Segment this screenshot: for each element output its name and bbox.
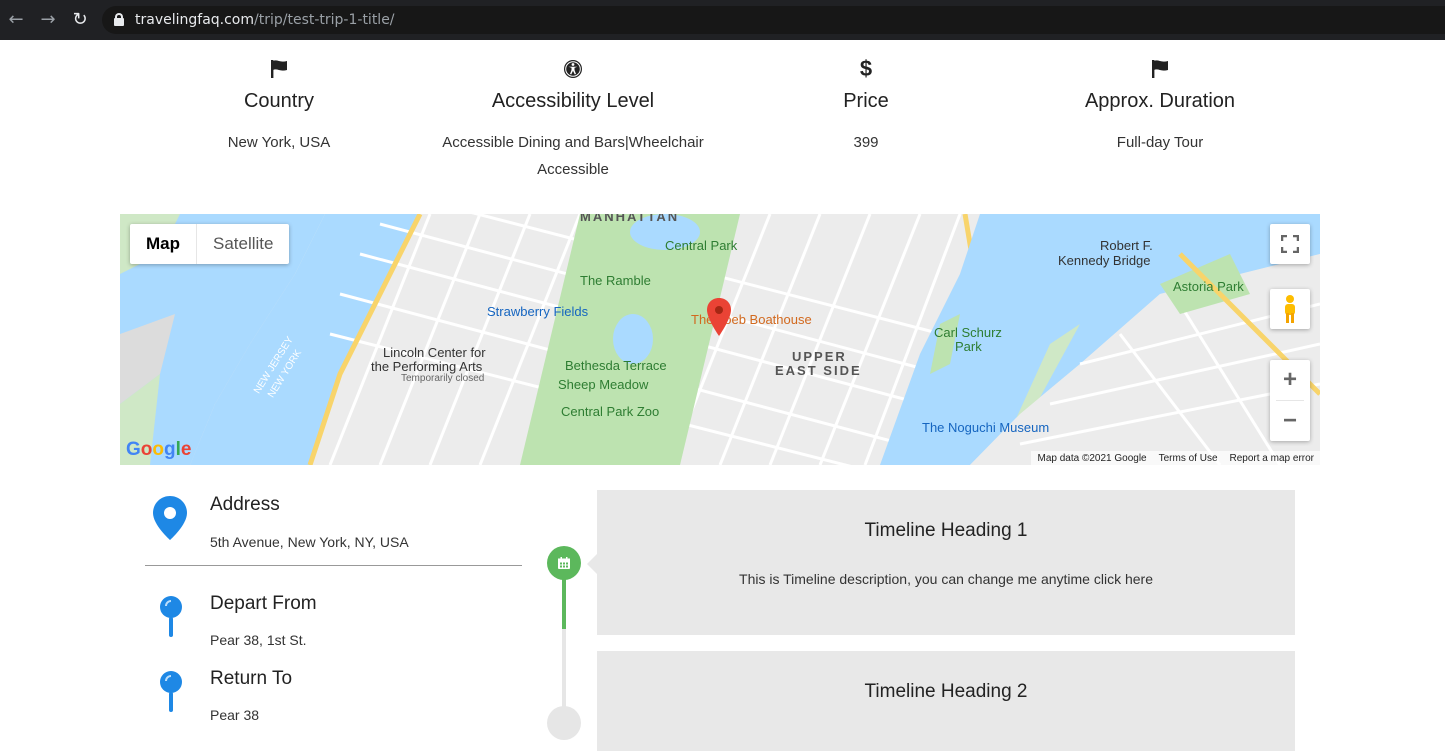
info-title: Accessibility Level xyxy=(491,90,655,112)
map-label-carl-schurz-1: Carl Schurz xyxy=(934,325,1002,340)
timeline-description[interactable]: This is Timeline description, you can ch… xyxy=(597,571,1295,587)
info-title: Price xyxy=(843,90,889,112)
address-block: Address 5th Avenue, New York, NY, USA xyxy=(145,494,522,564)
map-marker-icon[interactable] xyxy=(707,298,731,341)
depart-block: Depart From Pear 38, 1st St. xyxy=(145,593,522,653)
map-type-map-button[interactable]: Map xyxy=(130,224,197,264)
map-label-manhattan: MANHATTAN xyxy=(580,214,680,224)
timeline-card: Timeline Heading 2 xyxy=(597,651,1295,751)
lock-icon xyxy=(114,13,124,26)
url-text: travelingfaq.com/trip/test-trip-1-title/ xyxy=(135,12,395,28)
map-label-noguchi: The Noguchi Museum xyxy=(922,420,1050,435)
depart-title: Depart From xyxy=(210,593,317,614)
zoom-out-icon[interactable]: − xyxy=(1283,401,1297,441)
info-price: $ Price 399 xyxy=(716,56,1016,156)
return-block: Return To Pear 38 xyxy=(145,668,522,728)
zoom-control: + − xyxy=(1270,360,1310,441)
timeline-card: Timeline Heading 1 This is Timeline desc… xyxy=(587,490,1295,635)
fullscreen-icon[interactable] xyxy=(1270,224,1310,264)
map-label-lincoln-1: Lincoln Center for xyxy=(383,345,486,360)
map-label-astoria-park: Astoria Park xyxy=(1173,279,1244,294)
address-value: 5th Avenue, New York, NY, USA xyxy=(210,534,409,550)
google-logo[interactable]: Google xyxy=(126,439,191,461)
map-label-upper: UPPER xyxy=(792,349,847,364)
universal-access-icon xyxy=(423,56,723,82)
pushpin-icon xyxy=(160,671,182,718)
zoom-in-icon[interactable]: + xyxy=(1283,360,1297,400)
dollar-icon: $ xyxy=(859,56,873,81)
depart-value: Pear 38, 1st St. xyxy=(210,632,307,648)
report-map-error-link[interactable]: Report a map error xyxy=(1230,453,1314,464)
map-label-zoo: Central Park Zoo xyxy=(561,404,660,419)
map-type-satellite-button[interactable]: Satellite xyxy=(197,224,289,264)
map-label-kennedy-2: Kennedy Bridge xyxy=(1058,253,1151,268)
address-title: Address xyxy=(210,494,280,515)
address-bar[interactable]: travelingfaq.com/trip/test-trip-1-title/ xyxy=(102,6,1445,34)
timeline-heading: Timeline Heading 1 xyxy=(864,520,1028,541)
calendar-icon xyxy=(558,557,570,569)
info-value: Accessible Dining and Bars|Wheelchair Ac… xyxy=(442,134,704,178)
info-value: Full-day Tour xyxy=(1116,134,1204,151)
map-label-east-side: EAST SIDE xyxy=(775,363,862,378)
return-value: Pear 38 xyxy=(210,707,260,723)
map-label-kennedy-1: Robert F. xyxy=(1100,238,1153,253)
map-label-bethesda: Bethesda Terrace xyxy=(565,358,667,373)
map-footer: Map data ©2021 Google Terms of Use Repor… xyxy=(1031,451,1320,465)
map-pin-icon xyxy=(153,496,187,545)
info-title: Approx. Duration xyxy=(1084,90,1236,112)
url-path: /trip/test-trip-1-title/ xyxy=(254,12,395,28)
pushpin-icon xyxy=(160,596,182,643)
map-label-central-park: Central Park xyxy=(665,238,738,253)
timeline-line xyxy=(562,629,566,714)
map-label-carl-schurz-2: Park xyxy=(955,339,982,354)
browser-toolbar: ← → ↻ travelingfaq.com/trip/test-trip-1-… xyxy=(0,0,1445,40)
map-label-lincoln-2: the Performing Arts xyxy=(371,359,483,374)
info-accessibility: Accessibility Level Accessible Dining an… xyxy=(423,56,723,183)
info-duration: Approx. Duration Full-day Tour xyxy=(1010,56,1310,156)
map-label-lincoln-3: Temporarily closed xyxy=(401,373,485,384)
map-label-sheep-meadow: Sheep Meadow xyxy=(558,377,649,392)
url-domain: travelingfaq.com xyxy=(135,12,255,28)
timeline-node xyxy=(547,546,581,580)
reload-icon[interactable]: ↻ xyxy=(70,10,90,30)
back-arrow-icon[interactable]: ← xyxy=(6,10,26,30)
timeline-node xyxy=(547,706,581,740)
flag-icon xyxy=(129,56,429,82)
google-map[interactable]: MANHATTAN Central Park The Ramble Strawb… xyxy=(120,214,1320,465)
map-type-control: Map Satellite xyxy=(130,224,290,264)
map-label-strawberry-fields: Strawberry Fields xyxy=(487,304,589,319)
map-data-credit: Map data ©2021 Google xyxy=(1037,452,1147,464)
terms-of-use-link[interactable]: Terms of Use xyxy=(1159,453,1218,464)
info-value: New York, USA xyxy=(227,134,331,151)
divider xyxy=(145,565,522,566)
info-title: Country xyxy=(243,90,315,112)
return-title: Return To xyxy=(210,668,293,689)
info-value: 399 xyxy=(853,134,879,151)
info-country: Country New York, USA xyxy=(129,56,429,156)
forward-arrow-icon[interactable]: → xyxy=(38,10,58,30)
street-view-pegman-icon[interactable] xyxy=(1270,289,1310,329)
map-label-the-ramble: The Ramble xyxy=(580,273,651,288)
flag-icon xyxy=(1010,56,1310,82)
timeline-heading: Timeline Heading 2 xyxy=(864,681,1028,702)
